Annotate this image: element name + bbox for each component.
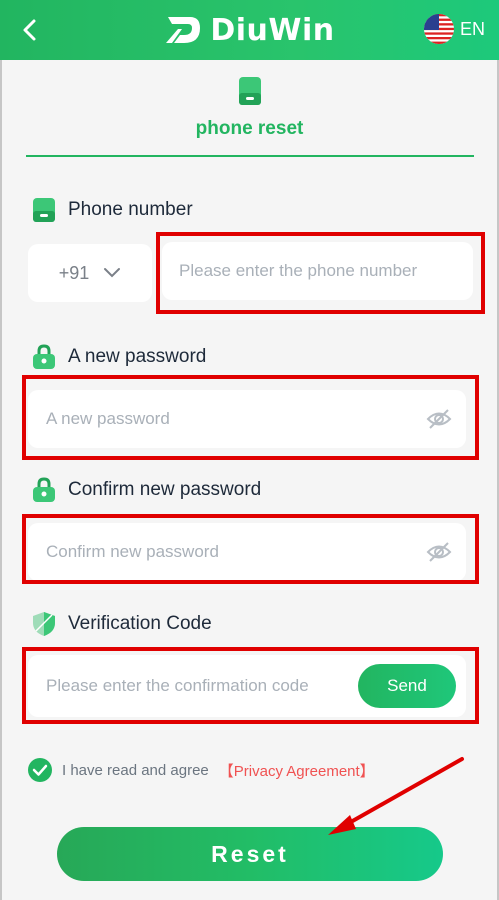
country-code-value: +91 xyxy=(58,262,90,283)
chevron-down-icon xyxy=(104,268,121,278)
verification-field: Send xyxy=(28,655,466,717)
verification-label: Verification Code xyxy=(68,613,212,634)
chevron-left-icon xyxy=(23,19,36,41)
phone-label-row: Phone number xyxy=(32,197,193,223)
confirm-password-label: Confirm new password xyxy=(68,479,262,500)
phone-field xyxy=(162,242,473,300)
back-button[interactable] xyxy=(18,16,42,44)
confirm-password-field xyxy=(28,523,466,581)
country-code-select[interactable]: +91 xyxy=(28,244,152,302)
brand-logo: DiuWin xyxy=(164,13,334,48)
confirm-password-label-row: Confirm new password xyxy=(32,477,261,503)
title-underline xyxy=(26,155,474,157)
logo-icon xyxy=(166,17,201,43)
check-circle-icon[interactable] xyxy=(28,758,52,782)
phone-input[interactable] xyxy=(179,261,473,281)
lock-icon xyxy=(33,477,55,502)
shield-icon xyxy=(33,612,55,636)
reset-button[interactable]: Reset xyxy=(57,827,443,881)
new-password-label-row: A new password xyxy=(32,344,206,370)
verification-label-row: Verification Code xyxy=(32,611,212,637)
agreement-text: I have read and agree xyxy=(62,761,209,779)
phone-icon xyxy=(237,76,263,106)
phone-icon xyxy=(33,198,55,222)
confirm-password-input[interactable] xyxy=(46,542,412,562)
language-selector[interactable]: EN xyxy=(423,14,485,44)
agreement-row: I have read and agree 【Privacy Agreement… xyxy=(28,758,375,782)
language-label: EN xyxy=(459,18,485,39)
page-title-block: phone reset xyxy=(0,76,499,140)
us-flag-icon xyxy=(423,14,454,44)
app-header: DiuWin EN xyxy=(0,0,499,60)
lock-icon xyxy=(33,344,55,369)
brand-name: DiuWin xyxy=(210,12,335,48)
privacy-agreement-link[interactable]: 【Privacy Agreement】 xyxy=(219,760,375,781)
new-password-input[interactable] xyxy=(46,409,412,429)
new-password-field xyxy=(28,390,466,448)
new-password-label: A new password xyxy=(68,346,207,367)
verification-code-input[interactable] xyxy=(46,676,348,696)
phone-label: Phone number xyxy=(68,199,193,220)
page-title: phone reset xyxy=(195,118,304,139)
send-code-button[interactable]: Send xyxy=(358,664,456,708)
eye-off-icon[interactable] xyxy=(426,541,452,563)
eye-off-icon[interactable] xyxy=(426,408,452,430)
